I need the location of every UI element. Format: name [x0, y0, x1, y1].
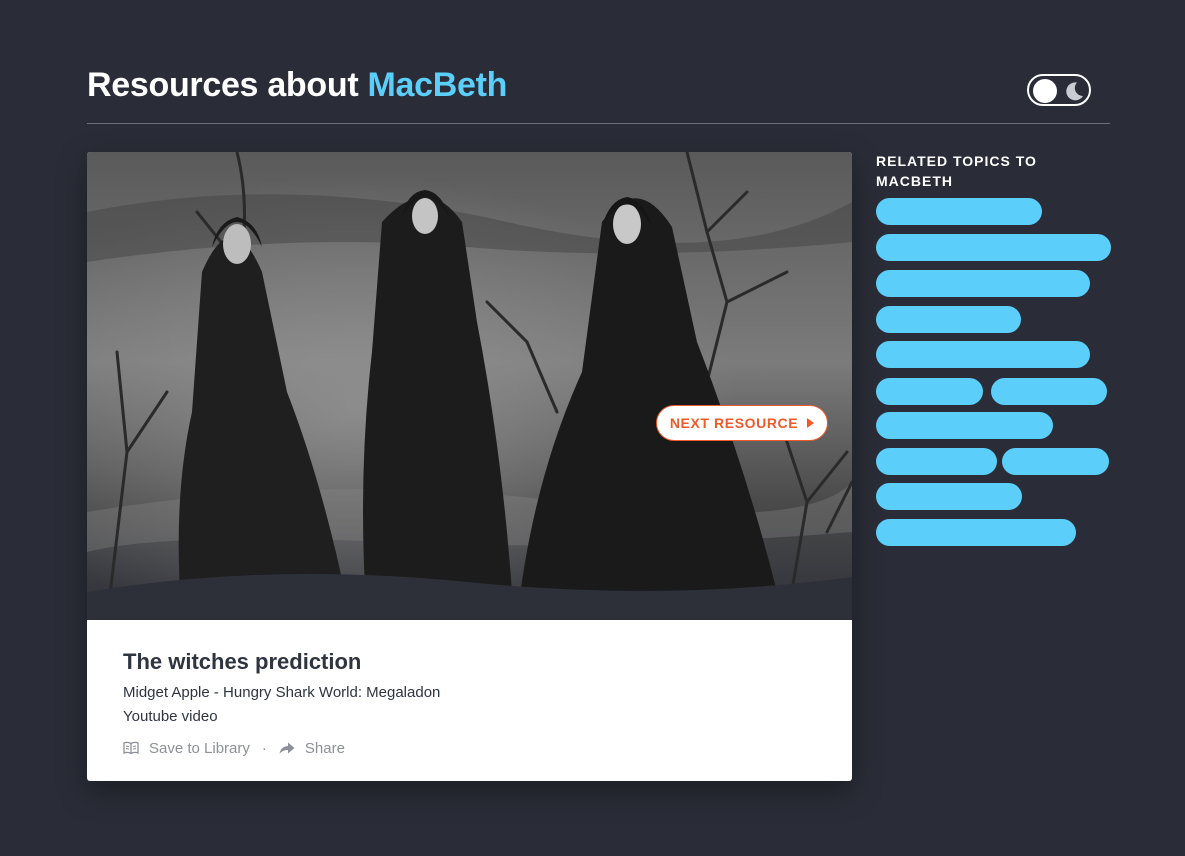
resource-subtitle: Midget Apple - Hungry Shark World: Megal… — [123, 684, 441, 701]
witches-photo[interactable] — [87, 152, 852, 620]
title-prefix: Resources about — [87, 66, 359, 104]
related-topic-pill[interactable] — [876, 519, 1076, 546]
share-arrow-icon — [279, 742, 295, 754]
related-topics-heading: RELATED TOPICS TO MACBETH — [876, 153, 1037, 189]
resource-title[interactable]: The witches prediction — [123, 649, 361, 675]
related-topic-pill[interactable] — [876, 341, 1090, 368]
related-topic-pill[interactable] — [876, 412, 1053, 439]
related-topic-pill[interactable] — [876, 198, 1042, 225]
related-topic-pill[interactable] — [876, 234, 1111, 261]
share-button[interactable]: Share — [279, 740, 345, 757]
related-topic-pill[interactable] — [876, 448, 997, 475]
related-topic-pill[interactable] — [876, 483, 1022, 510]
theme-toggle[interactable] — [1027, 74, 1091, 106]
resource-type: Youtube video — [123, 708, 218, 725]
page-header: Resources about MacBeth — [87, 62, 1110, 124]
book-icon — [123, 741, 139, 755]
related-topic-pill[interactable] — [876, 270, 1090, 297]
related-topic-pill[interactable] — [1002, 448, 1109, 475]
share-label: Share — [304, 739, 345, 757]
resource-card[interactable]: The witches prediction Midget Apple - Hu… — [87, 152, 852, 781]
toggle-knob-icon — [1033, 79, 1057, 103]
page-title: Resources about MacBeth — [87, 66, 507, 105]
action-separator: · — [261, 739, 267, 757]
next-resource-label: NEXT RESOURCE — [669, 415, 799, 431]
save-to-library-button[interactable]: Save to Library — [123, 740, 250, 757]
resource-actions: Save to Library · Share — [123, 738, 345, 758]
related-topic-pill[interactable] — [991, 378, 1107, 405]
resource-card-body: The witches prediction Midget Apple - Hu… — [87, 620, 852, 781]
title-topic[interactable]: MacBeth — [368, 66, 508, 104]
related-topic-pill[interactable] — [876, 306, 1021, 333]
play-arrow-icon — [807, 418, 815, 428]
save-to-library-label: Save to Library — [149, 739, 250, 757]
related-topic-pill[interactable] — [876, 378, 983, 405]
next-resource-button[interactable]: NEXT RESOURCE — [656, 405, 828, 441]
moon-icon — [1066, 82, 1083, 101]
